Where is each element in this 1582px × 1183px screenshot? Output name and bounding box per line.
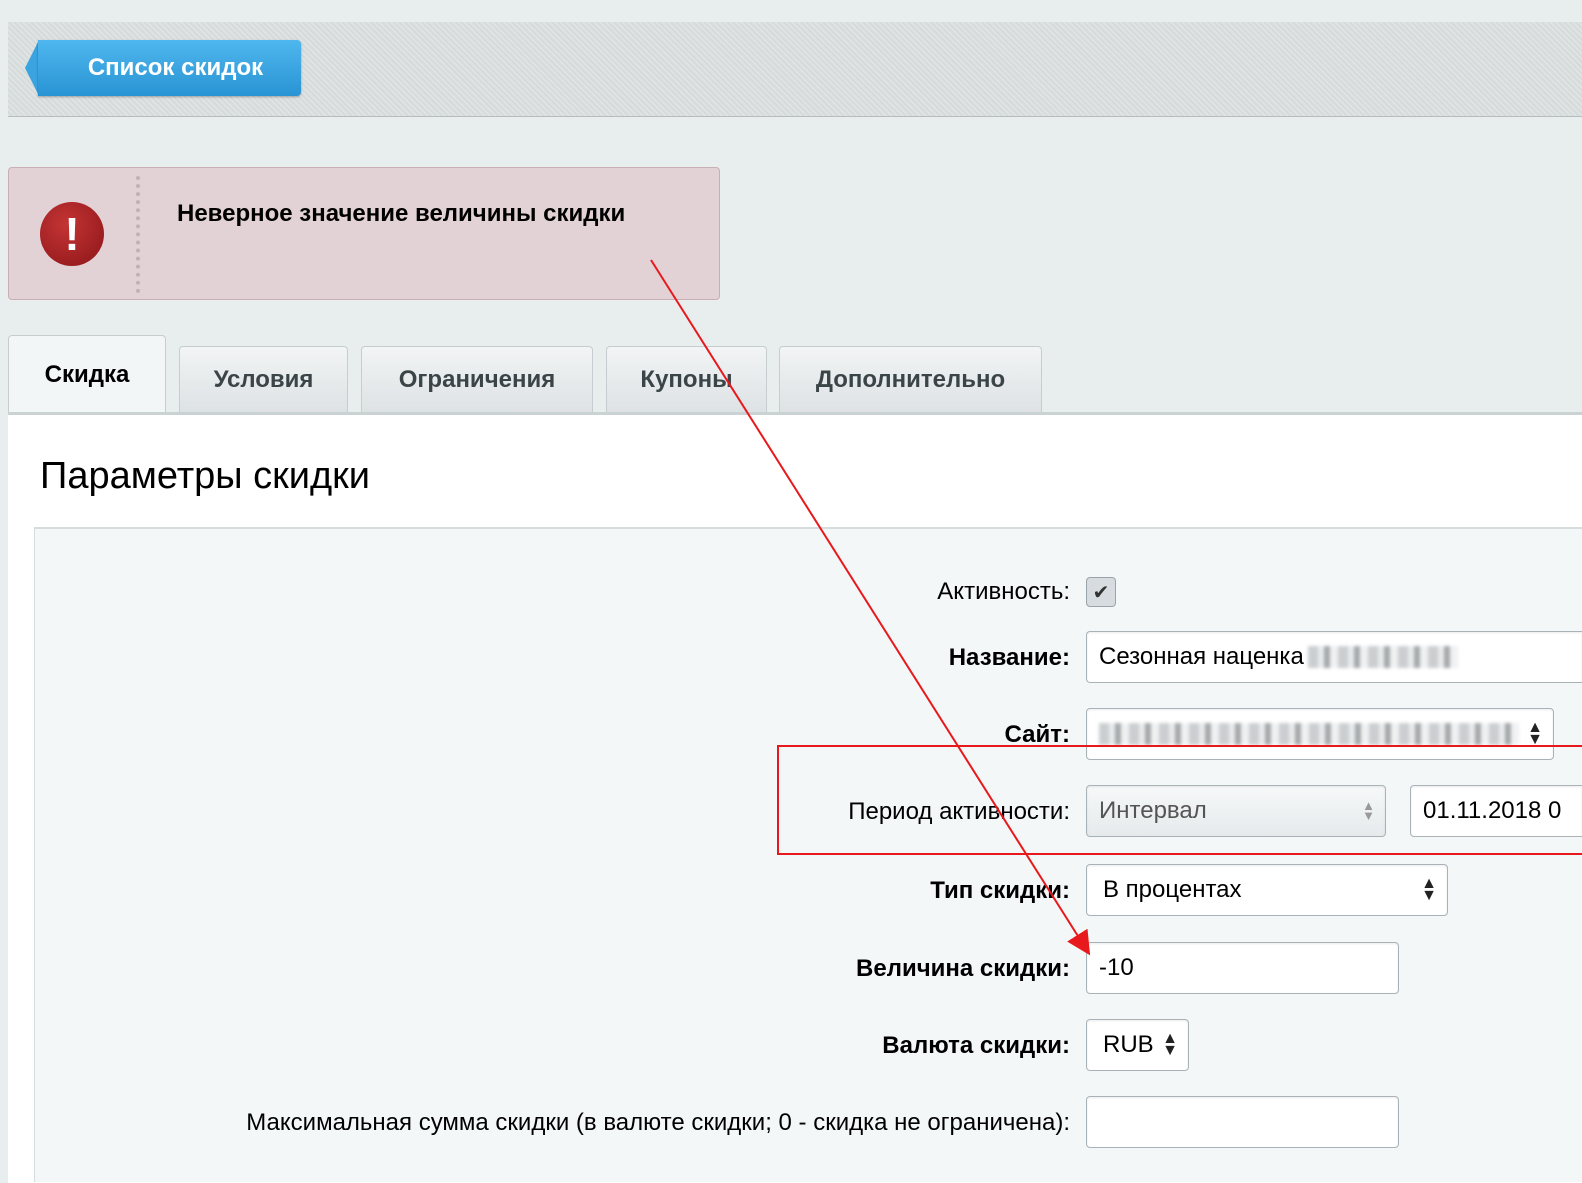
currency-select[interactable]: RUB ▲ ▼ <box>1086 1019 1189 1071</box>
tab-conditions[interactable]: Условия <box>179 346 348 412</box>
error-message-box: ! Неверное значение величины скидки <box>8 167 720 300</box>
period-mode-select[interactable]: Интервал ▲ ▼ <box>1086 785 1386 837</box>
max-sum-label: Максимальная сумма скидки (в валюте скид… <box>246 1109 1070 1136</box>
site-label: Сайт: <box>1004 721 1070 748</box>
currency-value: RUB <box>1103 1031 1154 1058</box>
redacted-text <box>1307 646 1458 668</box>
back-arrow-icon[interactable] <box>25 40 39 96</box>
error-message-text: Неверное значение величины скидки <box>177 200 626 227</box>
tab-discount[interactable]: Скидка <box>8 335 166 413</box>
discount-value-text: -10 <box>1099 954 1134 981</box>
checkmark-icon: ✔ <box>1092 581 1110 604</box>
currency-label: Валюта скидки: <box>882 1032 1070 1059</box>
page-title: Параметры скидки <box>40 455 370 497</box>
select-arrows-icon: ▲ ▼ <box>1527 719 1543 748</box>
discount-list-button[interactable]: Список скидок <box>38 40 301 96</box>
period-from-input[interactable]: 01.11.2018 0 <box>1410 785 1582 837</box>
tab-additional[interactable]: Дополнительно <box>779 346 1042 412</box>
period-mode-value: Интервал <box>1099 797 1207 824</box>
period-label: Период активности: <box>848 798 1070 825</box>
tab-coupons[interactable]: Купоны <box>606 346 767 412</box>
form-panel <box>34 527 1582 1182</box>
discount-value-input[interactable]: -10 <box>1086 942 1399 994</box>
redacted-text <box>1099 723 1519 745</box>
active-checkbox[interactable]: ✔ <box>1086 577 1116 607</box>
exclamation-icon: ! <box>40 202 104 266</box>
error-divider <box>136 176 140 293</box>
discount-type-value: В процентах <box>1103 876 1242 903</box>
site-select[interactable]: ▲ ▼ <box>1086 708 1554 760</box>
select-arrows-icon: ▲ ▼ <box>1421 875 1437 904</box>
select-arrows-icon: ▲ ▼ <box>1162 1030 1178 1059</box>
active-label: Активность: <box>937 578 1070 605</box>
name-label: Название: <box>948 644 1070 671</box>
discount-type-label: Тип скидки: <box>930 877 1070 904</box>
discount-value-label: Величина скидки: <box>856 955 1070 982</box>
name-input[interactable]: Сезонная наценка <box>1086 631 1582 683</box>
tab-restrictions[interactable]: Ограничения <box>361 346 593 412</box>
discount-type-select[interactable]: В процентах ▲ ▼ <box>1086 864 1448 916</box>
select-arrows-icon: ▲ ▼ <box>1362 798 1375 823</box>
max-sum-input[interactable] <box>1086 1096 1399 1148</box>
period-from-value: 01.11.2018 0 <box>1423 797 1562 824</box>
name-input-value: Сезонная наценка <box>1099 643 1304 670</box>
